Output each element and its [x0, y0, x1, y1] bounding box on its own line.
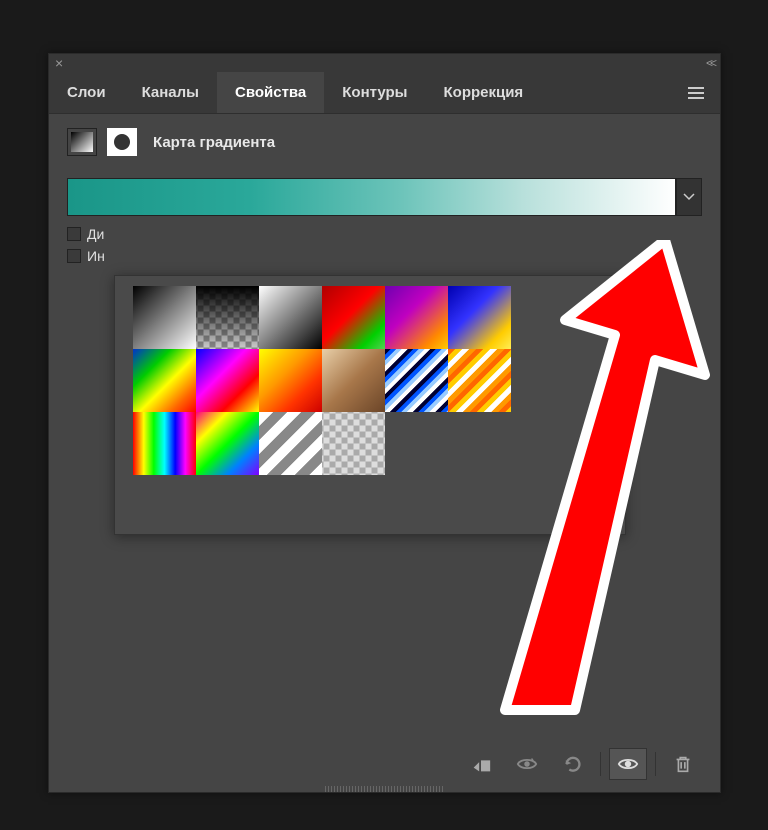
chevron-down-icon	[683, 193, 695, 201]
view-previous-button[interactable]	[508, 748, 546, 780]
delete-button[interactable]	[664, 748, 702, 780]
dither-checkbox[interactable]	[67, 227, 81, 241]
gear-icon: ⚙	[582, 296, 596, 316]
gradient-swatch[interactable]	[322, 286, 385, 349]
picker-resize-handle[interactable]	[605, 511, 619, 528]
gradient-swatch[interactable]	[196, 349, 259, 412]
gradient-swatch[interactable]	[259, 286, 322, 349]
gradient-swatch[interactable]	[448, 349, 511, 412]
gradient-swatch[interactable]	[196, 412, 259, 475]
gradient-map-icon[interactable]	[67, 128, 97, 156]
toggle-visibility-button[interactable]	[609, 748, 647, 780]
gradient-dropdown-button[interactable]	[676, 178, 702, 216]
divider	[655, 752, 656, 776]
gradient-swatch[interactable]	[322, 412, 385, 475]
reverse-checkbox-row[interactable]: Ин	[67, 248, 702, 264]
adjustment-header: Карта градиента	[49, 114, 720, 170]
tab-paths[interactable]: Контуры	[324, 72, 425, 113]
tab-adjustments[interactable]: Коррекция	[426, 72, 542, 113]
collapse-icon[interactable]: <<	[706, 56, 714, 70]
gradient-swatch[interactable]	[133, 349, 196, 412]
gradient-swatch[interactable]	[385, 286, 448, 349]
tab-layers[interactable]: Слои	[49, 72, 124, 113]
close-icon[interactable]: ×	[55, 55, 63, 71]
content-area: Ди Ин	[49, 170, 720, 278]
footer-row	[462, 748, 702, 780]
panel-menu-icon[interactable]	[672, 84, 720, 102]
panel-header: × <<	[49, 54, 720, 72]
dither-label: Ди	[87, 226, 104, 242]
layer-mask-icon[interactable]	[107, 128, 137, 156]
divider	[600, 752, 601, 776]
gradient-swatch[interactable]	[259, 349, 322, 412]
gradient-swatch[interactable]	[448, 286, 511, 349]
gradient-picker-popup: ⚙ ▾	[114, 275, 626, 535]
gradient-swatch[interactable]	[196, 286, 259, 349]
gradient-swatch[interactable]	[259, 412, 322, 475]
gradient-swatch[interactable]	[133, 412, 196, 475]
tabs-row: Слои Каналы Свойства Контуры Коррекция	[49, 72, 720, 114]
reverse-checkbox[interactable]	[67, 249, 81, 263]
tab-properties[interactable]: Свойства	[217, 72, 324, 113]
reverse-label: Ин	[87, 248, 105, 264]
adjustment-title: Карта градиента	[153, 134, 275, 151]
clip-to-layer-button[interactable]	[462, 748, 500, 780]
resize-handle[interactable]	[325, 786, 445, 792]
dither-checkbox-row[interactable]: Ди	[67, 226, 702, 242]
picker-menu-button[interactable]: ⚙ ▾	[582, 296, 603, 316]
reset-button[interactable]	[554, 748, 592, 780]
gradient-swatch[interactable]	[322, 349, 385, 412]
gradient-swatch[interactable]	[133, 286, 196, 349]
gradient-preset-grid	[133, 286, 511, 475]
gradient-preview[interactable]	[67, 178, 676, 216]
gradient-swatch[interactable]	[385, 349, 448, 412]
tab-channels[interactable]: Каналы	[124, 72, 217, 113]
